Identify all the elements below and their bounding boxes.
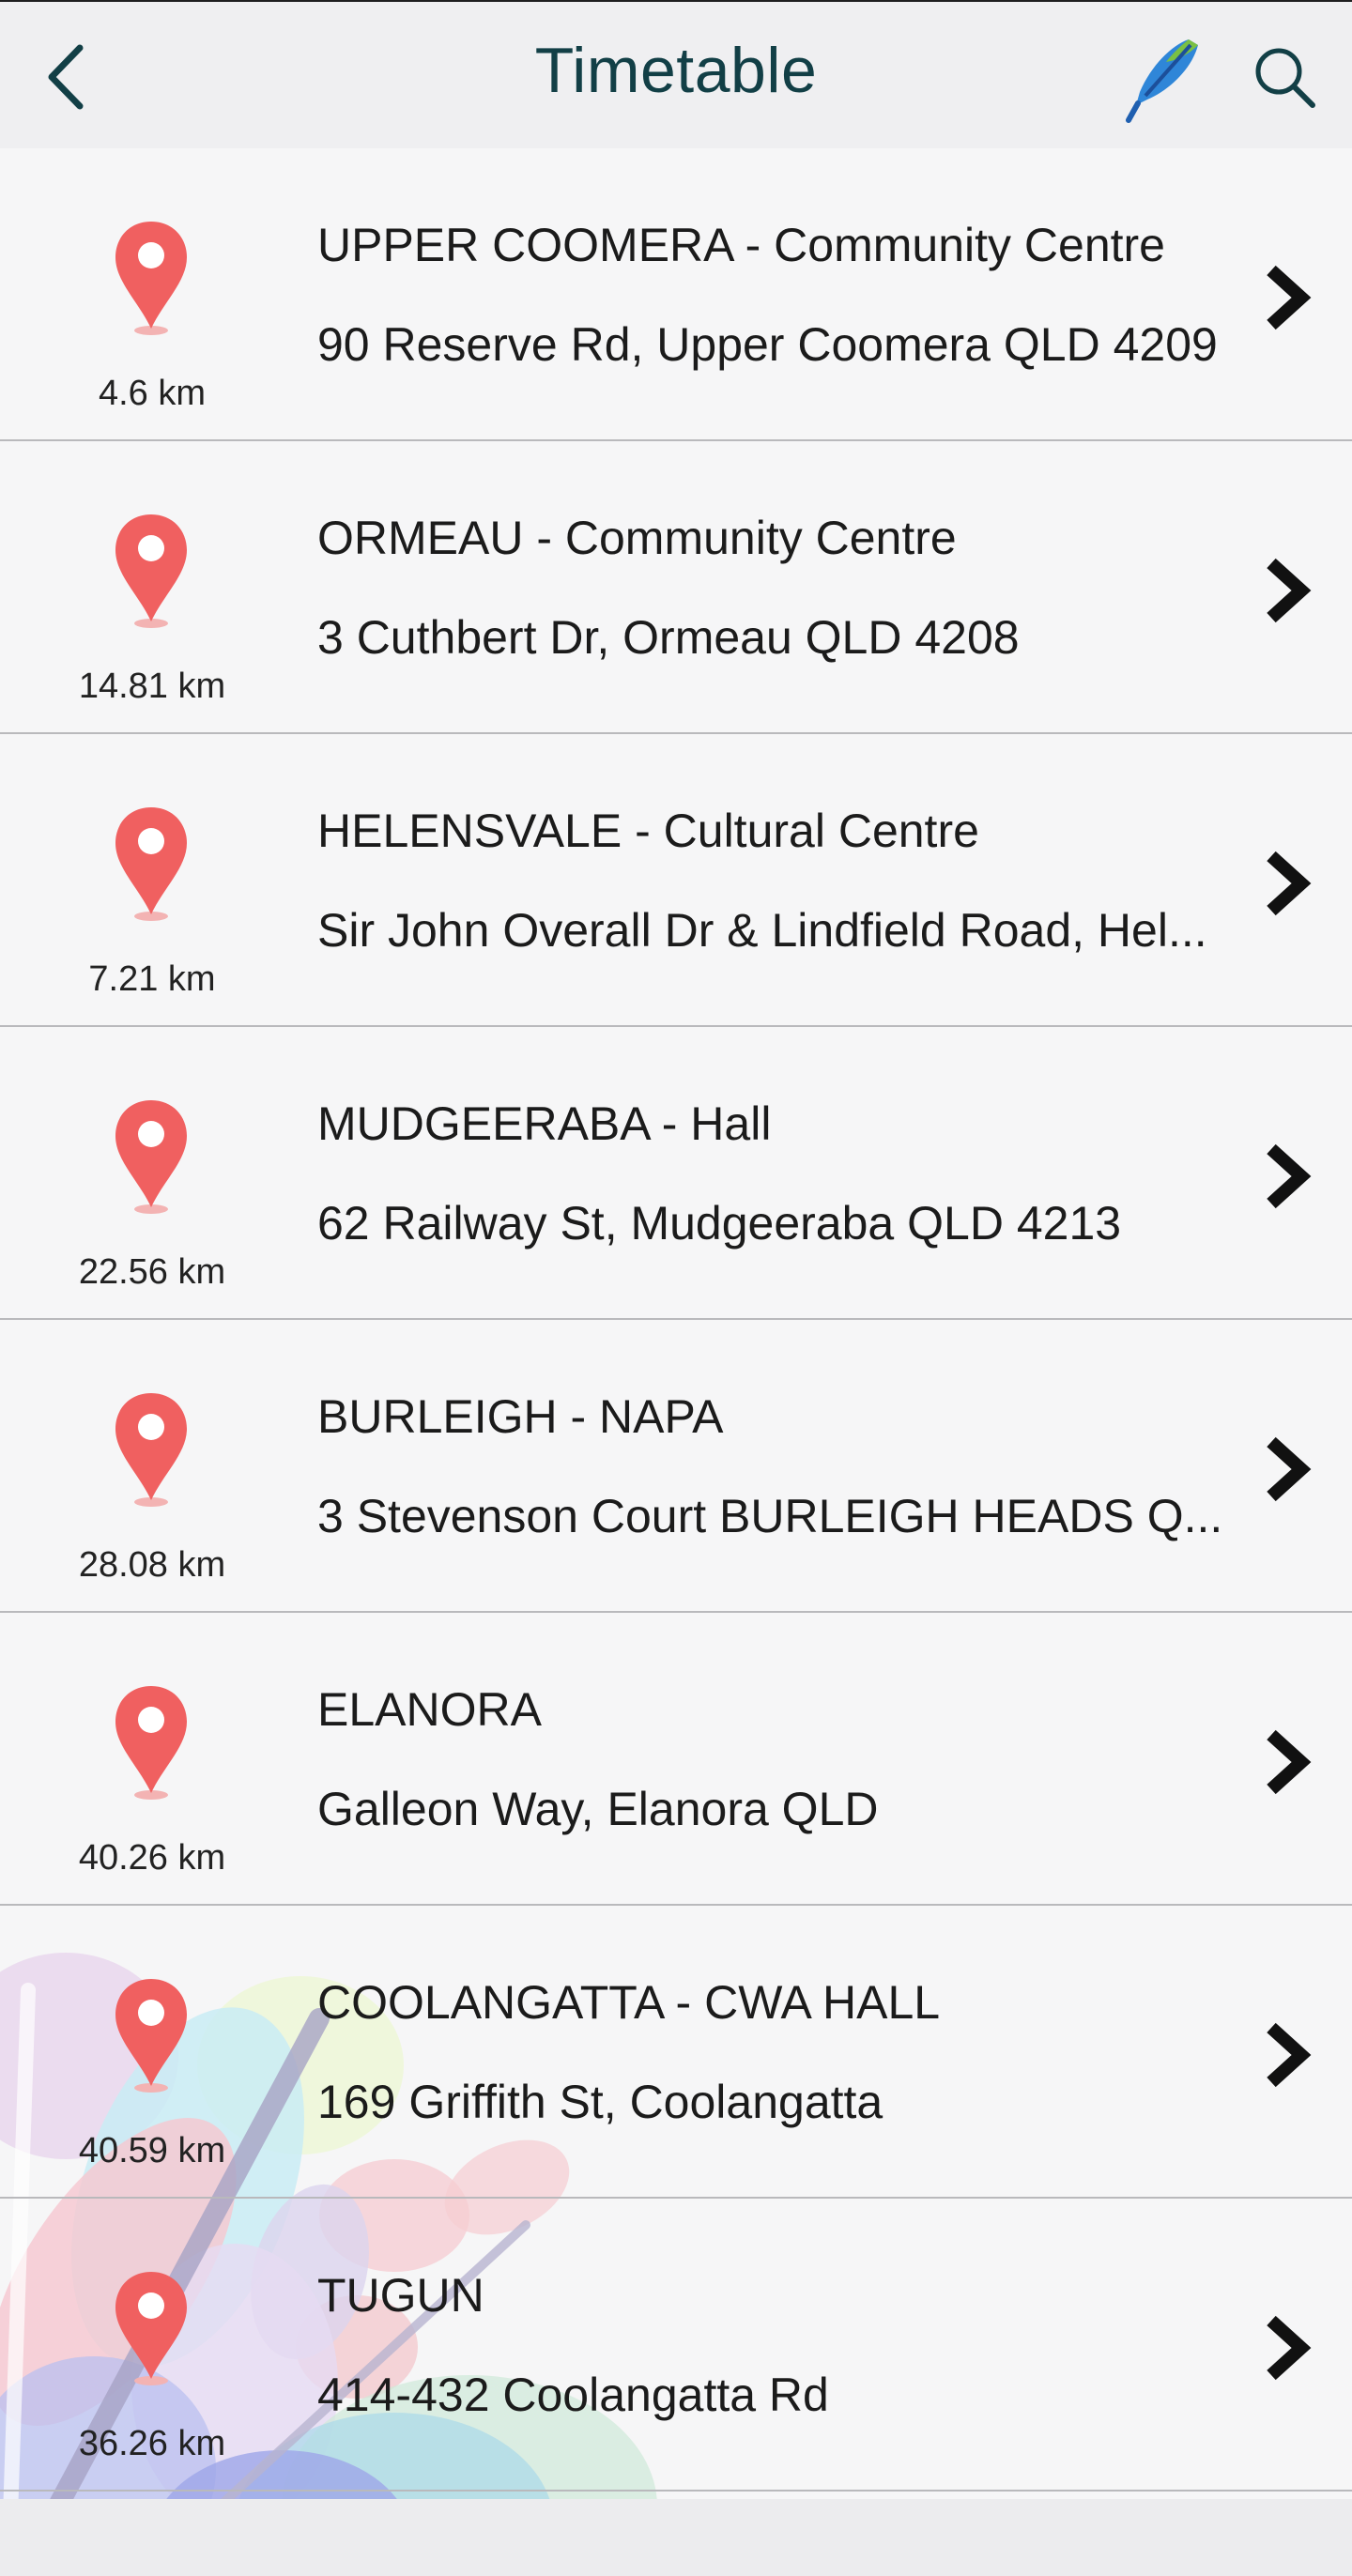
chevron-right-icon <box>1267 851 1312 916</box>
venue-address: 414-432 Coolangatta Rd <box>317 2369 829 2421</box>
chevron-right-icon <box>1267 2315 1312 2381</box>
location-pin <box>113 1096 190 1217</box>
location-pin-icon <box>115 2272 187 2385</box>
chevron-right-icon <box>1267 1729 1312 1795</box>
venue-address: 169 Griffith St, Coolangatta <box>317 2076 883 2128</box>
venue-name: ELANORA <box>317 1683 542 1736</box>
venue-name: BURLEIGH - NAPA <box>317 1390 724 1443</box>
venue-row[interactable]: 7.21 km HELENSVALE - Cultural Centre Sir J… <box>0 734 1352 1027</box>
venue-address: 90 Reserve Rd, Upper Coomera QLD 4209 <box>317 318 1218 371</box>
open-venue-button[interactable] <box>1260 1727 1316 1797</box>
open-venue-button[interactable] <box>1260 2313 1316 2383</box>
location-pin-icon <box>115 1100 187 1214</box>
location-pin <box>113 218 190 338</box>
venue-row[interactable]: 36.26 km TUGUN 414-432 Coolangatta Rd <box>0 2199 1352 2492</box>
venue-row[interactable]: 40.59 km COOLANGATTA - CWA HALL 169 Griffi… <box>0 1906 1352 2199</box>
open-venue-button[interactable] <box>1260 1434 1316 1504</box>
location-pin-icon <box>115 807 187 921</box>
venue-address: Galleon Way, Elanora QLD <box>317 1783 879 1835</box>
location-pin-icon <box>115 1979 187 2093</box>
open-venue-button[interactable] <box>1260 1142 1316 1211</box>
venue-name: ORMEAU - Community Centre <box>317 512 957 564</box>
venue-address: 3 Stevenson Court BURLEIGH HEADS Q... <box>317 1490 1223 1542</box>
search-button[interactable] <box>1251 39 1318 115</box>
location-pin <box>113 1975 190 2095</box>
open-venue-button[interactable] <box>1260 556 1316 625</box>
open-venue-button[interactable] <box>1260 2020 1316 2090</box>
venue-address: 62 Railway St, Mudgeeraba QLD 4213 <box>317 1197 1122 1250</box>
app-header: Timetable <box>0 0 1352 148</box>
chevron-right-icon <box>1267 558 1312 623</box>
venue-row[interactable]: 40.26 km ELANORA Galleon Way, Elanora QLD <box>0 1613 1352 1906</box>
location-pin <box>113 804 190 924</box>
location-pin-icon <box>115 1686 187 1800</box>
location-pin <box>113 2268 190 2388</box>
location-pin-icon <box>115 222 187 335</box>
venue-distance: 28.08 km <box>78 1545 226 1585</box>
venue-address: 3 Cuthbert Dr, Ormeau QLD 4208 <box>317 611 1020 664</box>
location-pin-icon <box>115 514 187 628</box>
chevron-right-icon <box>1267 1436 1312 1502</box>
venue-distance: 40.59 km <box>78 2131 226 2170</box>
location-pin <box>113 1682 190 1802</box>
venue-name: COOLANGATTA - CWA HALL <box>317 1976 941 2029</box>
chevron-right-icon <box>1267 1143 1312 1209</box>
venue-row[interactable]: 14.81 km ORMEAU - Community Centre 3 Cuthb… <box>0 441 1352 734</box>
venue-list: 4.6 km UPPER COOMERA - Community Centre 90… <box>0 148 1352 2492</box>
venue-distance: 36.26 km <box>78 2424 226 2463</box>
venue-distance: 22.56 km <box>78 1252 226 1292</box>
chevron-right-icon <box>1267 265 1312 330</box>
feather-button[interactable] <box>1123 34 1207 124</box>
open-venue-button[interactable] <box>1260 849 1316 918</box>
search-icon <box>1255 48 1315 108</box>
location-pin <box>113 511 190 631</box>
venue-row[interactable]: 4.6 km UPPER COOMERA - Community Centre 90… <box>0 148 1352 441</box>
venue-row[interactable]: 22.56 km MUDGEERABA - Hall 62 Railway St, … <box>0 1027 1352 1320</box>
location-pin-icon <box>115 1393 187 1507</box>
feather-icon <box>1126 39 1198 123</box>
chevron-right-icon <box>1267 2022 1312 2088</box>
venue-name: UPPER COOMERA - Community Centre <box>317 219 1165 271</box>
venue-name: HELENSVALE - Cultural Centre <box>317 805 979 857</box>
venue-distance: 14.81 km <box>78 667 226 706</box>
location-pin <box>113 1389 190 1510</box>
bottom-bar <box>0 2499 1352 2576</box>
venue-distance: 7.21 km <box>88 959 216 999</box>
venue-name: MUDGEERABA - Hall <box>317 1097 772 1150</box>
venue-distance: 4.6 km <box>98 374 207 413</box>
venue-address: Sir John Overall Dr & Lindfield Road, He… <box>317 904 1207 957</box>
venue-name: TUGUN <box>317 2269 484 2322</box>
open-venue-button[interactable] <box>1260 263 1316 332</box>
venue-row[interactable]: 28.08 km BURLEIGH - NAPA 3 Stevenson Court… <box>0 1320 1352 1613</box>
venue-distance: 40.26 km <box>78 1838 226 1878</box>
